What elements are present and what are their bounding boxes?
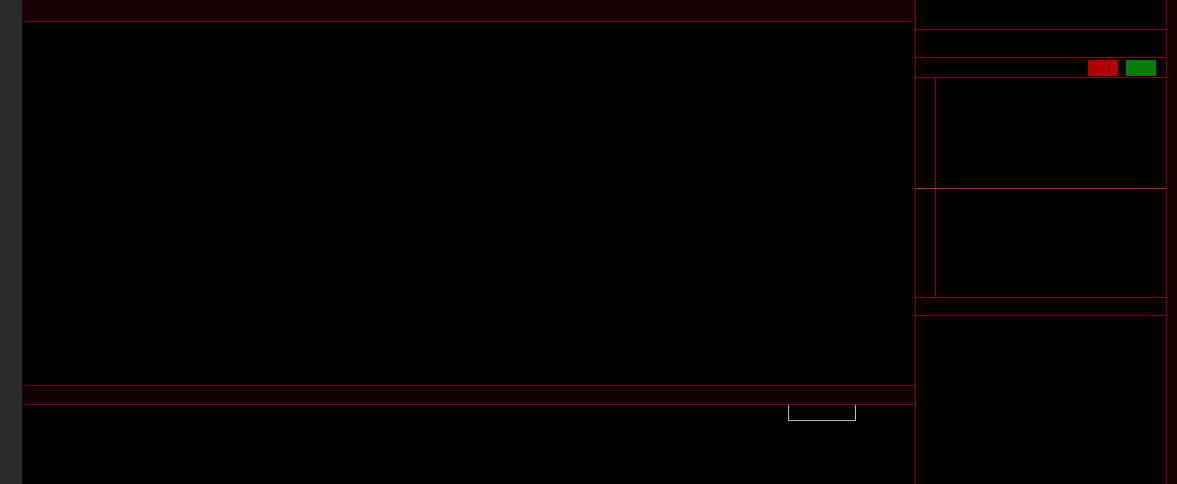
sell-button[interactable]: [1126, 60, 1156, 76]
book-divider: [916, 188, 1167, 189]
top-toolbar: [22, 0, 915, 22]
indicator-tabs: [22, 385, 915, 405]
kline-chart-canvas[interactable]: [22, 22, 915, 484]
right-edge-strip: [1166, 0, 1177, 484]
app-window: [0, 0, 1177, 484]
quote-price-row: [916, 30, 1167, 57]
big-order-alert: [916, 297, 1167, 316]
quote-title-row: [916, 0, 1167, 30]
weibi-row: [916, 57, 1167, 78]
left-sidebar: [0, 0, 22, 484]
quote-panel: [915, 0, 1167, 484]
buy-button[interactable]: [1088, 60, 1118, 76]
indicator-help-button[interactable]: [788, 404, 856, 421]
